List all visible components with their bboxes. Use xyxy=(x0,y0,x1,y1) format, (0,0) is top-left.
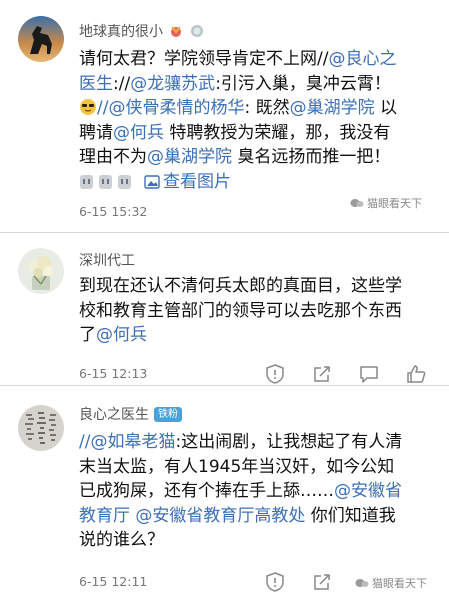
image-icon xyxy=(144,175,160,189)
shield-alert-icon xyxy=(266,572,284,592)
comment-text: :引污入巢，臭冲云霄！ xyxy=(215,73,391,94)
comment-header: 地球真的很小 xyxy=(79,21,205,41)
mention-link[interactable]: @良心之 xyxy=(328,49,396,69)
comment-text: 以 xyxy=(374,98,398,118)
comment-text: :这出闹剧，让我想起了有人清 xyxy=(175,432,403,452)
mention-link[interactable]: // xyxy=(97,98,108,118)
comment-header: 深圳代工 xyxy=(79,250,135,270)
comment-item: 深圳代工 到现在还认不清何兵太郎的真面目，这些学 校和教育主管部门的领导可以去吃… xyxy=(0,233,449,385)
comment-time: 6-15 12:11 xyxy=(79,574,148,589)
crying-face-emoji-icon xyxy=(118,174,131,189)
comment-text: 你们知道我 xyxy=(305,505,396,526)
crying-face-emoji-icon xyxy=(99,174,112,189)
username[interactable]: 良心之医生 xyxy=(79,404,149,424)
report-button[interactable] xyxy=(264,363,286,385)
mention-link[interactable]: @龙骧苏武 xyxy=(130,74,215,94)
username[interactable]: 地球真的很小 xyxy=(79,21,163,41)
comment-text: 特聘教授为荣耀，那，我没有 xyxy=(164,122,391,143)
comment-text: 校和教育主管部门的领导可以去吃那个东西 xyxy=(79,300,402,321)
view-images-label: 查看图片 xyxy=(163,171,231,192)
comment-text: 请何太君？学院领导肯定不上网// xyxy=(79,49,329,69)
wechat-logo-icon xyxy=(355,579,369,587)
comment-item: 良心之医生 铁粉 //@如皋老猫:这出闹剧，让我想起了有人清 末当太监，有人19… xyxy=(0,386,449,605)
comment-text: 理由不为 xyxy=(79,147,147,167)
mention-link[interactable]: @何兵 xyxy=(113,123,164,143)
comment-text: 到现在还认不清何兵太郎的真面目，这些学 xyxy=(79,276,402,296)
watermark: 猫眼看天下 xyxy=(355,575,427,591)
mention-link[interactable]: @安徽省 xyxy=(334,481,402,501)
mention-link[interactable]: 医生 xyxy=(79,74,113,94)
mention-link[interactable]: @侠骨柔情的杨华 xyxy=(108,98,244,118)
comment-text: : 既然 xyxy=(244,98,290,118)
comment-item: 地球真的很小 请何太君？学院领导肯定不上网//@良心之 医生://@龙骧苏武:引… xyxy=(0,0,449,232)
comment-time: 6-15 12:13 xyxy=(79,366,148,381)
comment-text: 了 xyxy=(79,325,96,345)
gift-badge-icon xyxy=(171,26,181,37)
comment-text: 臭名远扬而推一把！ xyxy=(232,147,391,167)
mention-link[interactable]: @安徽省教育厅高教处 xyxy=(135,506,305,526)
mention-link[interactable]: @何兵 xyxy=(96,325,147,345)
comment-text: 末当太监，有人1945年当汉奸，如今公知 xyxy=(79,456,395,477)
comment-body: 到现在还认不清何兵太郎的真面目，这些学 校和教育主管部门的领导可以去吃那个东西 … xyxy=(79,274,431,348)
comment-text: 聘请 xyxy=(79,122,113,143)
mention-link[interactable]: @巢湖学院 xyxy=(147,147,232,167)
share-arrow-icon xyxy=(314,366,330,382)
watermark-text: 猫眼看天下 xyxy=(367,197,422,210)
comment-header: 良心之医生 铁粉 xyxy=(79,404,182,424)
watermark-text: 猫眼看天下 xyxy=(372,577,427,590)
mention-link[interactable]: // xyxy=(79,432,90,452)
comment-bubble-icon xyxy=(360,366,378,383)
view-images-link[interactable]: 查看图片 xyxy=(144,170,231,195)
comment-time: 6-15 15:32 xyxy=(79,204,148,219)
avatar[interactable] xyxy=(18,248,64,294)
cool-face-emoji-icon xyxy=(80,99,96,115)
report-button[interactable] xyxy=(264,571,286,593)
comment-body: 请何太君？学院领导肯定不上网//@良心之 医生://@龙骧苏武:引污入巢，臭冲云… xyxy=(79,47,431,194)
comment-body: //@如皋老猫:这出闹剧，让我想起了有人清 末当太监，有人1945年当汉奸，如今… xyxy=(79,430,431,553)
fan-badge: 铁粉 xyxy=(154,406,182,422)
like-button[interactable] xyxy=(405,363,427,385)
share-arrow-icon xyxy=(314,574,330,590)
comment-button[interactable] xyxy=(358,363,380,385)
share-button[interactable] xyxy=(311,571,333,593)
comment-text: :// xyxy=(113,73,131,94)
medal-badge-icon xyxy=(191,25,203,37)
shield-alert-icon xyxy=(266,364,284,384)
username[interactable]: 深圳代工 xyxy=(79,250,135,270)
avatar[interactable] xyxy=(18,16,64,62)
crying-face-emoji-icon xyxy=(80,174,93,189)
comment-text: 说的谁么？ xyxy=(79,530,164,550)
thumbs-up-icon xyxy=(407,365,426,383)
wechat-logo-icon xyxy=(350,199,364,207)
avatar[interactable] xyxy=(18,405,64,451)
mention-link[interactable]: @巢湖学院 xyxy=(290,98,375,118)
comment-text: 已成狗屎，还有个捧在手上舔…… xyxy=(79,481,334,501)
mention-link[interactable]: 教育厅 xyxy=(79,506,130,526)
share-button[interactable] xyxy=(311,363,333,385)
mention-link[interactable]: @如皋老猫 xyxy=(90,432,175,452)
watermark: 猫眼看天下 xyxy=(350,195,422,211)
